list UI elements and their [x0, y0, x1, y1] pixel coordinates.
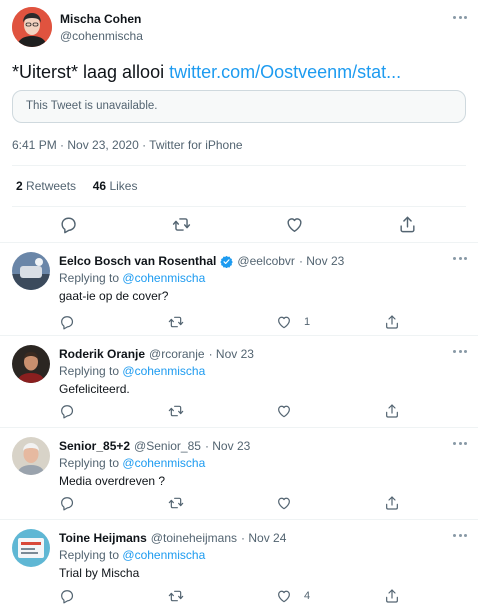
replying-to-handle[interactable]: @cohenmischa [122, 271, 205, 285]
like-count: 1 [304, 316, 311, 328]
share-button[interactable] [384, 495, 400, 511]
main-tweet: Mischa Cohen @cohenmischa *Uiterst* laag… [0, 0, 478, 243]
reply-author-handle[interactable]: @eelcobvr [237, 254, 295, 268]
like-button[interactable] [285, 215, 304, 234]
retweet-icon [168, 314, 184, 330]
divider [12, 206, 466, 207]
author-name[interactable]: Mischa Cohen [60, 12, 141, 26]
reply-author-handle[interactable]: @rcoranje [149, 347, 205, 361]
reply-header: Senior_85+2 @Senior_85 · Nov 23 [59, 439, 250, 453]
more-icon[interactable] [453, 16, 467, 20]
reply-text: Media overdreven ? [59, 474, 166, 488]
reply-author-name[interactable]: Roderik Oranje [59, 347, 145, 361]
author-handle[interactable]: @cohenmischa [60, 29, 143, 43]
retweet-button[interactable] [168, 314, 184, 330]
retweet-icon [172, 215, 191, 234]
reply-button[interactable] [59, 314, 75, 330]
author-avatar[interactable] [12, 7, 52, 47]
more-icon[interactable] [453, 257, 467, 261]
avatar[interactable] [12, 345, 50, 383]
reply-tweet[interactable]: Roderik Oranje @rcoranje · Nov 23 Replyi… [0, 337, 478, 428]
reply-tweet[interactable]: Senior_85+2 @Senior_85 · Nov 23 Replying… [0, 429, 478, 520]
reply-header: Roderik Oranje @rcoranje · Nov 23 [59, 347, 254, 361]
like-count: 4 [304, 590, 311, 602]
replying-to-handle[interactable]: @cohenmischa [122, 364, 205, 378]
share-button[interactable] [384, 588, 400, 604]
retweet-icon [168, 403, 184, 419]
reply-header: Toine Heijmans @toineheijmans · Nov 24 [59, 531, 286, 545]
heart-icon [276, 588, 292, 604]
reply-button[interactable] [59, 495, 75, 511]
heart-icon [276, 403, 292, 419]
reply-icon [59, 403, 75, 419]
tweet-link[interactable]: twitter.com/Oostveenm/stat... [169, 62, 401, 82]
tweet-timestamp[interactable]: 6:41 PM · Nov 23, 2020 · Twitter for iPh… [12, 138, 243, 152]
avatar[interactable] [12, 437, 50, 475]
reply-author-name[interactable]: Toine Heijmans [59, 531, 147, 545]
replying-to: Replying to @cohenmischa [59, 548, 206, 562]
like-button[interactable] [276, 495, 292, 511]
share-icon [384, 495, 400, 511]
reply-text: gaat-ie op de cover? [59, 289, 169, 303]
like-button[interactable]: 4 [276, 588, 310, 604]
more-icon[interactable] [453, 350, 467, 354]
share-button[interactable] [384, 314, 400, 330]
reply-author-handle[interactable]: @toineheijmans [151, 531, 237, 545]
verified-badge-icon [220, 255, 234, 268]
reply-author-name[interactable]: Senior_85+2 [59, 439, 130, 453]
share-icon [398, 215, 417, 234]
quoted-tweet-unavailable: This Tweet is unavailable. [12, 90, 466, 123]
reply-text: Gefeliciteerd. [59, 382, 130, 396]
reply-text: Trial by Mischa [59, 566, 140, 580]
retweet-button[interactable] [168, 588, 184, 604]
retweet-button[interactable] [168, 403, 184, 419]
replying-to: Replying to @cohenmischa [59, 364, 206, 378]
reply-date[interactable]: · Nov 23 [205, 439, 250, 453]
reply-icon [59, 495, 75, 511]
retweet-button[interactable] [168, 495, 184, 511]
reply-button[interactable] [59, 215, 78, 234]
heart-icon [285, 215, 304, 234]
reply-date[interactable]: · Nov 23 [299, 254, 344, 268]
retweet-icon [168, 495, 184, 511]
reply-icon [59, 588, 75, 604]
reply-button[interactable] [59, 403, 75, 419]
reply-icon [59, 215, 78, 234]
tweet-body: *Uiterst* laag allooi [12, 62, 165, 82]
avatar[interactable] [12, 252, 50, 290]
share-icon [384, 314, 400, 330]
heart-icon [276, 314, 292, 330]
reply-button[interactable] [59, 588, 75, 604]
reply-icon [59, 314, 75, 330]
share-icon [384, 588, 400, 604]
more-icon[interactable] [453, 534, 467, 538]
share-button[interactable] [398, 215, 417, 234]
like-button[interactable]: 1 [276, 314, 310, 330]
reply-tweet[interactable]: Eelco Bosch van Rosenthal @eelcobvr · No… [0, 244, 478, 336]
likes-stat[interactable]: 46 Likes [93, 179, 138, 193]
reply-date[interactable]: · Nov 24 [241, 531, 286, 545]
heart-icon [276, 495, 292, 511]
reply-author-handle[interactable]: @Senior_85 [134, 439, 201, 453]
reply-header: Eelco Bosch van Rosenthal @eelcobvr · No… [59, 254, 344, 268]
replying-to-handle[interactable]: @cohenmischa [122, 548, 205, 562]
replying-to-handle[interactable]: @cohenmischa [122, 456, 205, 470]
reply-date[interactable]: · Nov 23 [209, 347, 254, 361]
replying-to: Replying to @cohenmischa [59, 456, 206, 470]
reply-author-name[interactable]: Eelco Bosch van Rosenthal [59, 254, 216, 268]
retweet-button[interactable] [172, 215, 191, 234]
reply-tweet[interactable]: Toine Heijmans @toineheijmans · Nov 24 R… [0, 521, 478, 605]
like-button[interactable] [276, 403, 292, 419]
divider [12, 165, 466, 166]
share-icon [384, 403, 400, 419]
replying-to: Replying to @cohenmischa [59, 271, 206, 285]
tweet-stats: 2 Retweets 46 Likes [16, 179, 137, 193]
more-icon[interactable] [453, 442, 467, 446]
avatar[interactable] [12, 529, 50, 567]
retweet-icon [168, 588, 184, 604]
retweets-stat[interactable]: 2 Retweets [16, 179, 76, 193]
tweet-text: *Uiterst* laag allooi twitter.com/Oostve… [12, 62, 401, 83]
share-button[interactable] [384, 403, 400, 419]
